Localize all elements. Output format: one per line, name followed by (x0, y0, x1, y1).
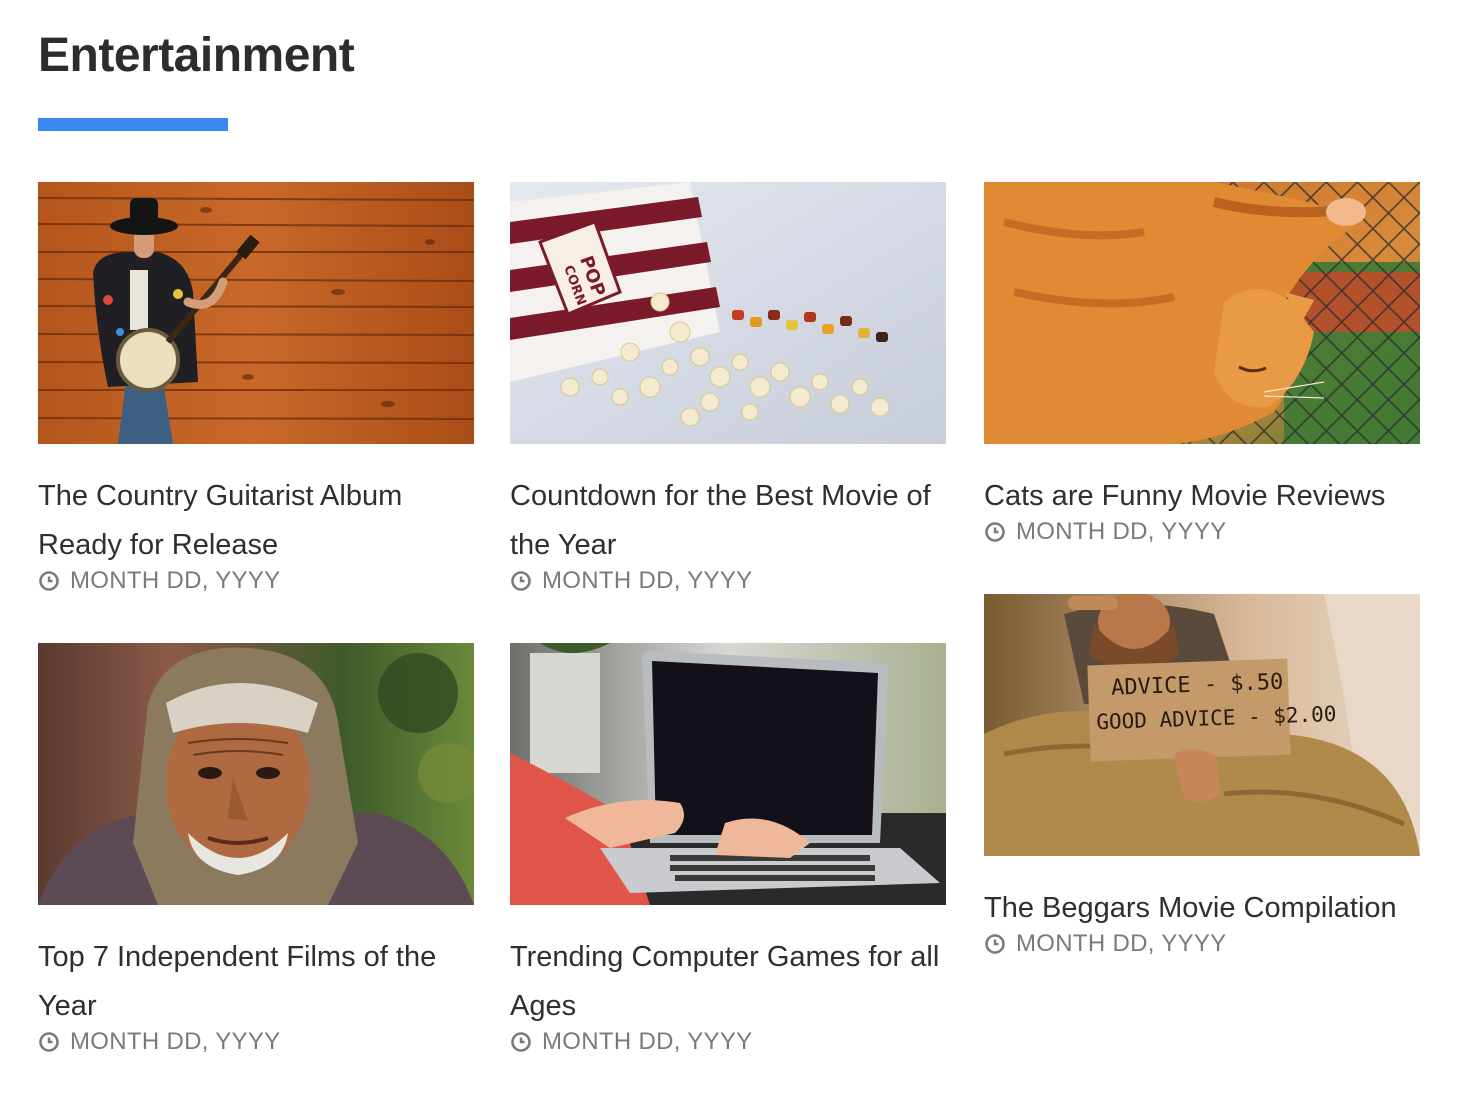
article-card: POP CORN Countdown for the Best Movie of… (510, 182, 946, 598)
article-card: Top 7 Independent Films of the Year MONT… (38, 643, 474, 1059)
article-date: MONTH DD, YYYY (510, 1025, 946, 1059)
article-title-link[interactable]: Countdown for the Best Movie of the Year (510, 472, 946, 570)
title-underline (38, 118, 228, 131)
article-date-text: MONTH DD, YYYY (70, 1028, 281, 1055)
article-card: Cats are Funny Movie Reviews MONTH DD, Y… (984, 182, 1420, 549)
clock-icon (38, 570, 60, 592)
article-title-link[interactable]: The Beggars Movie Compilation (984, 884, 1420, 933)
clock-icon (984, 521, 1006, 543)
article-date: MONTH DD, YYYY (38, 1025, 474, 1059)
article-title-link[interactable]: Top 7 Independent Films of the Year (38, 933, 474, 1031)
article-date-text: MONTH DD, YYYY (1016, 518, 1227, 545)
article-card: Trending Computer Games for all Ages MON… (510, 643, 946, 1059)
article-date: MONTH DD, YYYY (38, 564, 474, 598)
section-title: Entertainment (38, 29, 355, 82)
clock-icon (510, 1031, 532, 1053)
article-title-link[interactable]: The Country Guitarist Album Ready for Re… (38, 472, 474, 570)
article-date-text: MONTH DD, YYYY (542, 567, 753, 594)
article-card: The Country Guitarist Album Ready for Re… (38, 182, 474, 598)
article-title-link[interactable]: Trending Computer Games for all Ages (510, 933, 946, 1031)
clock-icon (38, 1031, 60, 1053)
article-thumbnail-beggar[interactable]: ADVICE - $.50 GOOD ADVICE - $2.00 (984, 594, 1420, 856)
article-date-text: MONTH DD, YYYY (1016, 930, 1227, 957)
article-thumbnail-old-man[interactable] (38, 643, 474, 905)
article-date: MONTH DD, YYYY (510, 564, 946, 598)
article-thumbnail-cat[interactable] (984, 182, 1420, 444)
clock-icon (510, 570, 532, 592)
article-thumbnail-banjo-player[interactable] (38, 182, 474, 444)
article-card: ADVICE - $.50 GOOD ADVICE - $2.00 The Be… (984, 594, 1420, 961)
article-date-text: MONTH DD, YYYY (70, 567, 281, 594)
article-title-link[interactable]: Cats are Funny Movie Reviews (984, 472, 1420, 521)
article-date-text: MONTH DD, YYYY (542, 1028, 753, 1055)
article-thumbnail-laptop[interactable] (510, 643, 946, 905)
clock-icon (984, 933, 1006, 955)
article-thumbnail-popcorn[interactable]: POP CORN (510, 182, 946, 444)
